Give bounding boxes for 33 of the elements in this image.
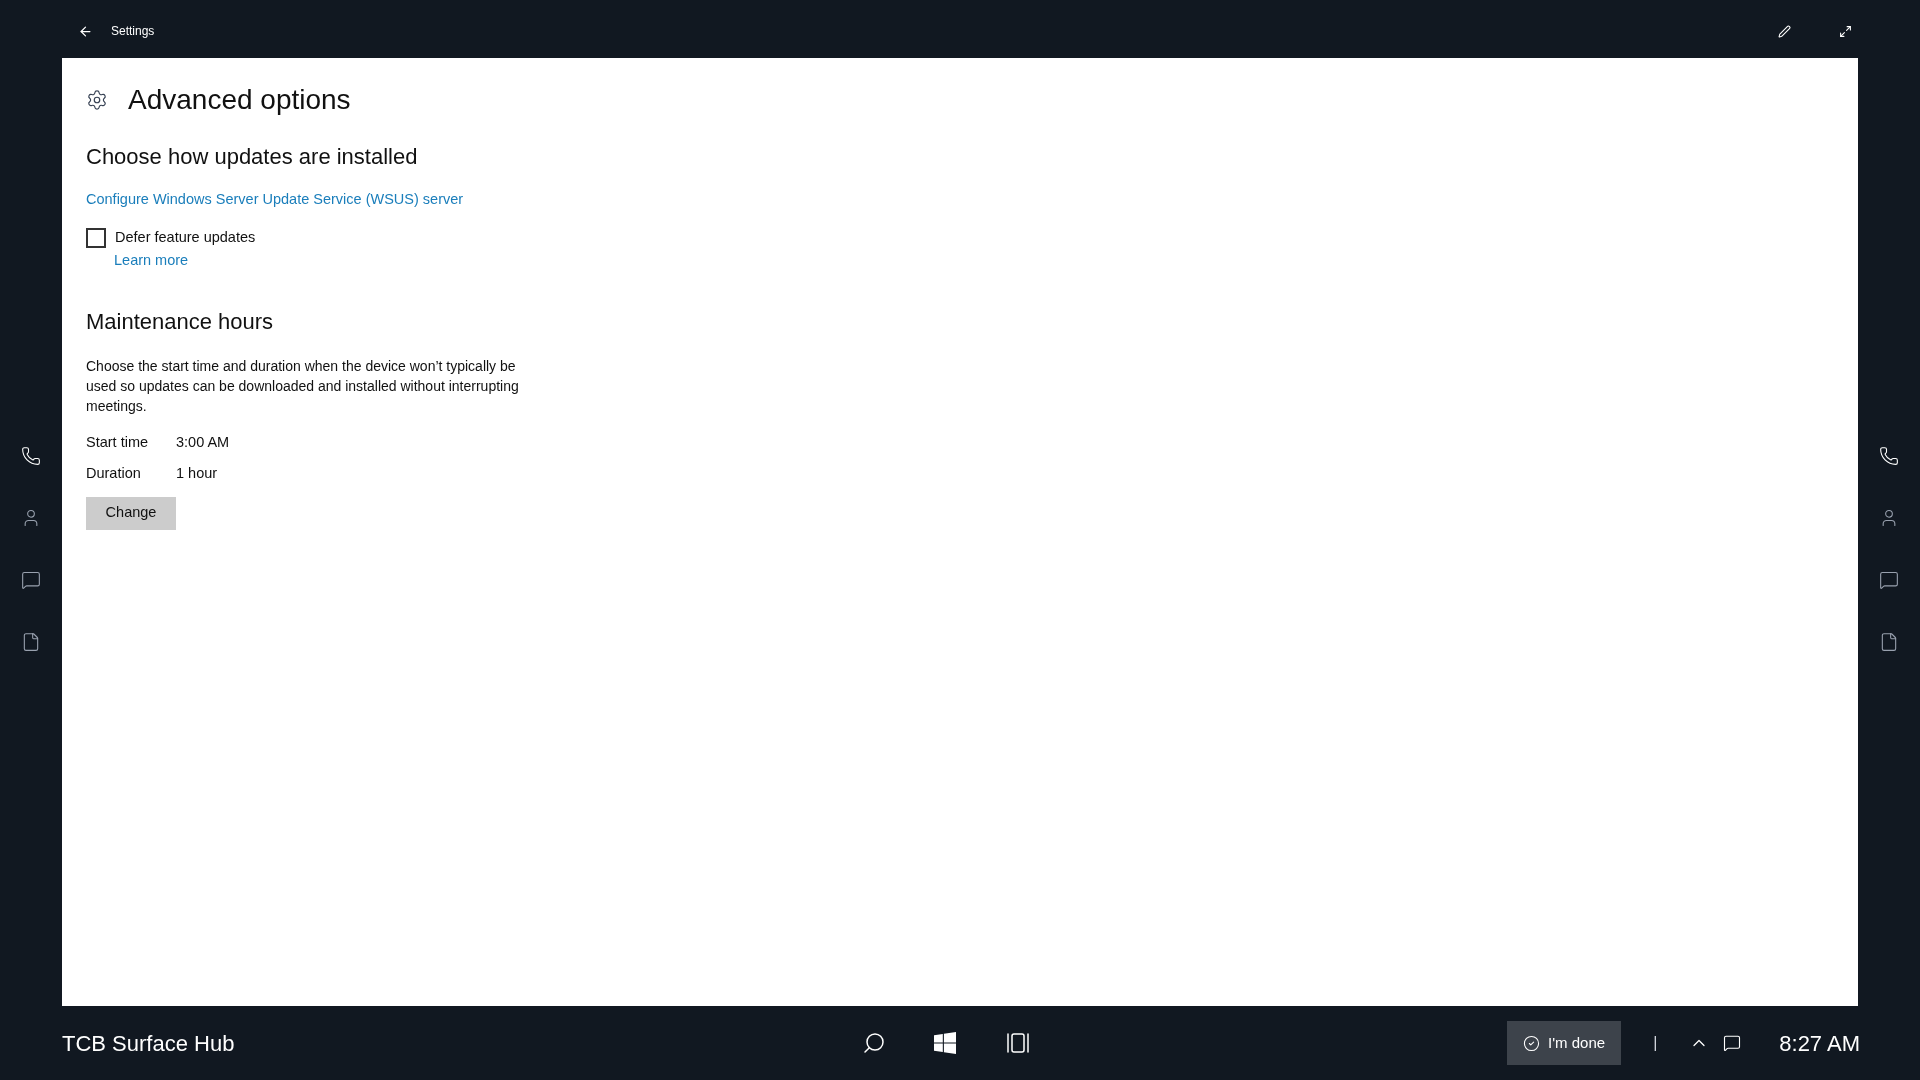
chat-icon[interactable] [1879,570,1899,590]
back-icon[interactable] [78,23,93,39]
done-button[interactable]: I'm done [1507,1021,1622,1065]
learn-more-link[interactable]: Learn more [114,249,189,272]
window-title: Settings [111,23,155,40]
field-value: 1 hour [176,464,218,483]
wsus-link[interactable]: Configure Windows Server Update Service (WSUS) server [86,189,464,211]
task-view-icon[interactable] [1006,1031,1030,1055]
chat-icon[interactable] [21,570,41,590]
windows-logo-icon[interactable] [934,1032,956,1054]
expand-icon[interactable] [1839,24,1852,38]
device-name: TCB Surface Hub [62,1029,236,1058]
section-heading: Choose how updates are installed [86,143,418,171]
check-circle-icon [1523,1034,1541,1052]
notification-icon[interactable] [1723,1034,1742,1052]
checkbox[interactable] [86,227,106,248]
document-icon[interactable] [21,632,41,652]
field-label: Duration [86,464,142,483]
pen-icon[interactable] [1778,24,1791,38]
settings-icon [86,89,108,111]
field-label: Start time [86,433,150,453]
search-icon[interactable] [862,1031,886,1055]
phone-icon[interactable] [1879,446,1899,466]
phone-icon[interactable] [21,446,41,466]
description-text: Choose the start time and duration when the device won’t typically be used so updates can be downloaded and installed without interrupting meetings. [86,357,520,417]
section-heading: Maintenance hours [86,308,274,337]
document-icon[interactable] [1879,632,1899,652]
change-button[interactable]: Change [86,496,176,530]
separator: | [1653,1033,1658,1053]
clock-time: 8:27 AM [1779,1029,1860,1058]
page-title: Advanced options [128,83,351,117]
field-value: 3:00 AM [176,433,230,453]
checkbox-label: Defer feature updates [115,227,256,247]
